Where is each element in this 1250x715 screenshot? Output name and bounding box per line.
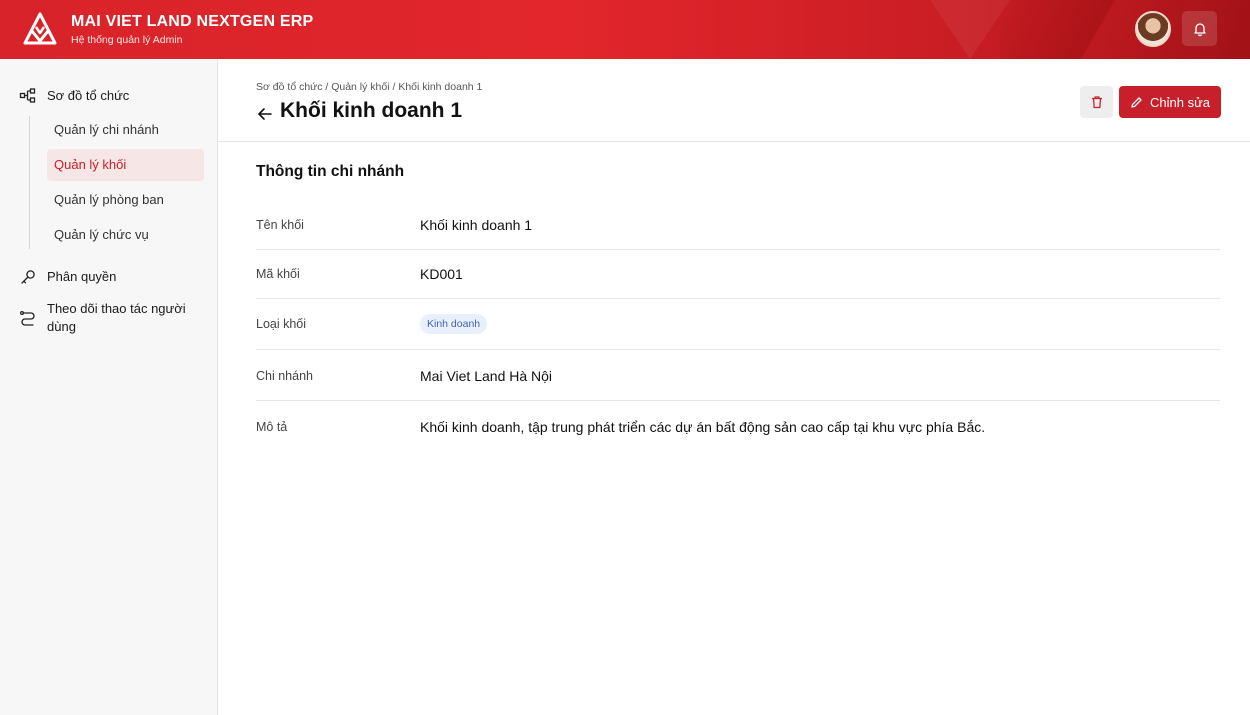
sidebar-item-position-management[interactable]: Quản lý chức vụ (47, 219, 204, 251)
sidebar-item-org-chart[interactable]: Sơ đồ tổ chức (47, 87, 129, 105)
mai-viet-land-logo-icon[interactable] (22, 11, 58, 47)
header-decoration (930, 0, 1010, 59)
brand-title: MAI VIET LAND NEXTGEN ERP (71, 13, 314, 30)
edit-button-label: Chỉnh sửa (1149, 94, 1210, 110)
key-icon (21, 270, 35, 284)
field-row-block-type: Loại khối Kinh doanh (256, 299, 1220, 350)
field-row-description: Mô tả Khối kinh doanh, tập trung phát tr… (256, 401, 1220, 453)
arrow-left-icon[interactable] (256, 105, 274, 123)
notification-button[interactable] (1182, 11, 1217, 46)
route-icon (20, 310, 35, 326)
pencil-icon (1131, 96, 1142, 108)
field-value: Khối kinh doanh, tập trung phát triển cá… (420, 419, 986, 435)
field-label: Tên khối (256, 218, 304, 232)
user-avatar[interactable] (1135, 11, 1171, 47)
brand-subtitle: Hệ thống quản lý Admin (71, 34, 183, 46)
section-title: Thông tin chi nhánh (256, 163, 405, 180)
field-row-block-code: Mã khối KD001 (256, 250, 1220, 299)
sidebar-item-branch-management[interactable]: Quản lý chi nhánh (47, 114, 204, 146)
block-type-badge: Kinh doanh (420, 314, 488, 334)
field-value: KD001 (420, 266, 463, 282)
field-row-branch: Chi nhánh Mai Viet Land Hà Nội (256, 350, 1220, 401)
org-chart-icon (19, 88, 36, 103)
sidebar-item-permissions[interactable]: Phân quyền (47, 268, 116, 286)
edit-button[interactable]: Chỉnh sửa (1119, 86, 1221, 118)
field-row-block-name: Tên khối Khối kinh doanh 1 (256, 201, 1220, 250)
field-label: Mô tả (256, 420, 288, 434)
bell-icon (1193, 22, 1206, 36)
field-label: Loại khối (256, 317, 307, 331)
field-label: Chi nhánh (256, 369, 313, 383)
field-value: Mai Viet Land Hà Nội (420, 368, 553, 384)
sidebar: Sơ đồ tổ chức Quản lý chi nhánh Quản lý … (0, 59, 218, 715)
header-divider (218, 141, 1250, 142)
breadcrumb[interactable]: Sơ đồ tổ chức / Quản lý khối / Khối kinh… (256, 81, 482, 93)
field-value: Khối kinh doanh 1 (420, 217, 533, 233)
sidebar-item-department-management[interactable]: Quản lý phòng ban (47, 184, 204, 216)
sidebar-item-block-management[interactable]: Quản lý khối (47, 149, 204, 181)
sidebar-item-user-activity[interactable]: Theo dõi thao tác người dùng (47, 300, 197, 336)
page-title: Khối kinh doanh 1 (280, 99, 462, 122)
delete-button[interactable] (1080, 86, 1113, 118)
main-content: Sơ đồ tổ chức / Quản lý khối / Khối kinh… (218, 59, 1250, 715)
field-label: Mã khối (256, 267, 300, 281)
trash-icon (1091, 96, 1102, 109)
submenu-line (29, 116, 30, 249)
app-header: MAI VIET LAND NEXTGEN ERP Hệ thống quản … (0, 0, 1250, 59)
